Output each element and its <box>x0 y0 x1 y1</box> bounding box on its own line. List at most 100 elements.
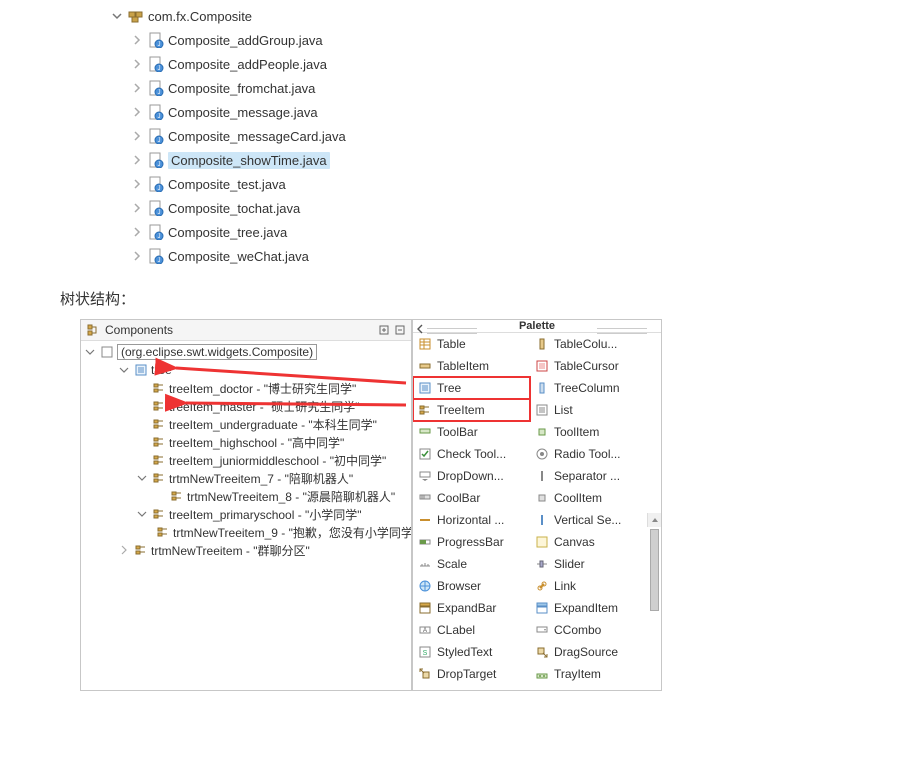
palette-item[interactable]: Link <box>530 575 647 597</box>
tree-item[interactable]: trtmNewTreeitem_9 - "抱歉，您没有小学同学" <box>83 523 411 541</box>
palette-item[interactable]: List <box>530 399 647 421</box>
expand-all-button[interactable] <box>377 323 391 337</box>
palette-item[interactable]: Scale <box>413 553 530 575</box>
palette-item[interactable]: Radio Tool... <box>530 443 647 465</box>
tree-item[interactable]: treeItem_juniormiddleschool - "初中同学" <box>83 451 411 469</box>
expand-icon[interactable] <box>135 471 149 485</box>
expand-icon[interactable] <box>135 399 149 413</box>
expand-icon[interactable] <box>135 507 149 521</box>
chevron-right-icon[interactable] <box>130 249 144 263</box>
item-label: treeItem_master - "硕士研究生同学" <box>169 398 360 415</box>
item-icon <box>151 398 167 414</box>
expand-icon[interactable] <box>135 417 149 431</box>
file-row[interactable]: J Composite_tree.java <box>110 220 901 244</box>
palette-item[interactable]: Vertical Se... <box>530 509 647 531</box>
tree-item[interactable]: treeItem_primaryschool - "小学同学" <box>83 505 411 523</box>
item-icon <box>151 380 167 396</box>
chevron-right-icon[interactable] <box>130 129 144 143</box>
palette-item[interactable]: DragSource <box>530 641 647 663</box>
palette-item[interactable]: TableCursor <box>530 355 647 377</box>
item-label: trtmNewTreeitem_7 - "陪聊机器人" <box>169 470 353 487</box>
item-label: trtmNewTreeitem_9 - "抱歉，您没有小学同学" <box>173 524 411 541</box>
palette-item[interactable]: Tree <box>413 377 530 399</box>
chevron-right-icon[interactable] <box>130 105 144 119</box>
palette-item[interactable]: ExpandBar <box>413 597 530 619</box>
palette-item[interactable]: CoolItem <box>530 487 647 509</box>
comp-root[interactable]: (org.eclipse.swt.widgets.Composite) <box>83 343 411 361</box>
palette-item[interactable]: TreeColumn <box>530 377 647 399</box>
chevron-down-icon[interactable] <box>83 345 97 359</box>
palette-item[interactable]: ToolItem <box>530 421 647 443</box>
palette-item[interactable]: CoolBar <box>413 487 530 509</box>
ide-panel: Components (org.eclipse.swt.widgets.Comp… <box>80 319 662 691</box>
palette-scrollbar[interactable] <box>647 513 661 527</box>
tree-item[interactable]: treeItem_doctor - "博士研究生同学" <box>83 379 411 397</box>
file-row[interactable]: J Composite_message.java <box>110 100 901 124</box>
tree-item[interactable]: trtmNewTreeitem - "群聊分区" <box>83 541 411 559</box>
item-icon <box>151 416 167 432</box>
palette-item[interactable]: Check Tool... <box>413 443 530 465</box>
item-label: treeItem_doctor - "博士研究生同学" <box>169 380 356 397</box>
palette-item[interactable]: CCombo <box>530 619 647 641</box>
file-row[interactable]: J Composite_addPeople.java <box>110 52 901 76</box>
chevron-right-icon[interactable] <box>130 177 144 191</box>
chevron-right-icon[interactable] <box>130 201 144 215</box>
palette-item[interactable]: Browser <box>413 575 530 597</box>
file-row[interactable]: J Composite_test.java <box>110 172 901 196</box>
file-row[interactable]: J Composite_tochat.java <box>110 196 901 220</box>
palette-item[interactable]: ToolBar <box>413 421 530 443</box>
file-row[interactable]: J Composite_fromchat.java <box>110 76 901 100</box>
scroll-thumb[interactable] <box>650 529 659 611</box>
palette-item[interactable]: Table <box>413 333 530 355</box>
package-row[interactable]: com.fx.Composite <box>110 4 901 28</box>
expand-icon[interactable] <box>117 363 131 377</box>
item-icon <box>151 470 167 486</box>
palette-collapse-icon[interactable] <box>415 323 425 337</box>
tree-item[interactable]: tree <box>83 361 411 379</box>
palette-item[interactable]: S StyledText <box>413 641 530 663</box>
tree-item[interactable]: trtmNewTreeitem_7 - "陪聊机器人" <box>83 469 411 487</box>
palette-icon <box>534 446 550 462</box>
palette-item[interactable]: DropDown... <box>413 465 530 487</box>
svg-text:J: J <box>158 186 161 192</box>
file-row[interactable]: J Composite_weChat.java <box>110 244 901 268</box>
java-file-icon: J <box>148 248 164 264</box>
chevron-right-icon[interactable] <box>130 57 144 71</box>
palette-item[interactable]: TrayItem <box>530 663 647 685</box>
palette-item[interactable]: TableColu... <box>530 333 647 355</box>
tree-item[interactable]: treeItem_highschool - "高中同学" <box>83 433 411 451</box>
tree-item[interactable]: treeItem_master - "硕士研究生同学" <box>83 397 411 415</box>
scroll-up-icon[interactable] <box>648 513 661 527</box>
expand-icon[interactable] <box>117 543 131 557</box>
tree-item[interactable]: treeItem_undergraduate - "本科生同学" <box>83 415 411 433</box>
palette-item[interactable]: Horizontal ... <box>413 509 530 531</box>
file-row[interactable]: J Composite_addGroup.java <box>110 28 901 52</box>
palette-item[interactable]: Separator ... <box>530 465 647 487</box>
file-row[interactable]: J Composite_showTime.java <box>110 148 901 172</box>
chevron-right-icon[interactable] <box>130 153 144 167</box>
item-icon <box>151 452 167 468</box>
palette-item[interactable]: Canvas <box>530 531 647 553</box>
palette-item[interactable]: DropTarget <box>413 663 530 685</box>
palette-item[interactable]: ProgressBar <box>413 531 530 553</box>
palette-item[interactable]: TreeItem <box>413 399 530 421</box>
palette-item[interactable]: A CLabel <box>413 619 530 641</box>
expand-icon[interactable] <box>135 381 149 395</box>
chevron-down-icon[interactable] <box>110 9 124 23</box>
file-row[interactable]: J Composite_messageCard.java <box>110 124 901 148</box>
palette-item[interactable]: Slider <box>530 553 647 575</box>
tree-item[interactable]: trtmNewTreeitem_8 - "源晨陪聊机器人" <box>83 487 411 505</box>
chevron-right-icon[interactable] <box>130 225 144 239</box>
chevron-right-icon[interactable] <box>130 81 144 95</box>
file-label: Composite_message.java <box>168 105 318 120</box>
expand-icon[interactable] <box>135 435 149 449</box>
java-file-icon: J <box>148 56 164 72</box>
collapse-all-button[interactable] <box>393 323 407 337</box>
chevron-right-icon[interactable] <box>130 33 144 47</box>
palette-icon <box>417 336 433 352</box>
palette-icon <box>417 380 433 396</box>
palette-item[interactable]: TableItem <box>413 355 530 377</box>
palette-item[interactable]: ExpandItem <box>530 597 647 619</box>
expand-icon[interactable] <box>153 489 167 503</box>
expand-icon[interactable] <box>135 453 149 467</box>
